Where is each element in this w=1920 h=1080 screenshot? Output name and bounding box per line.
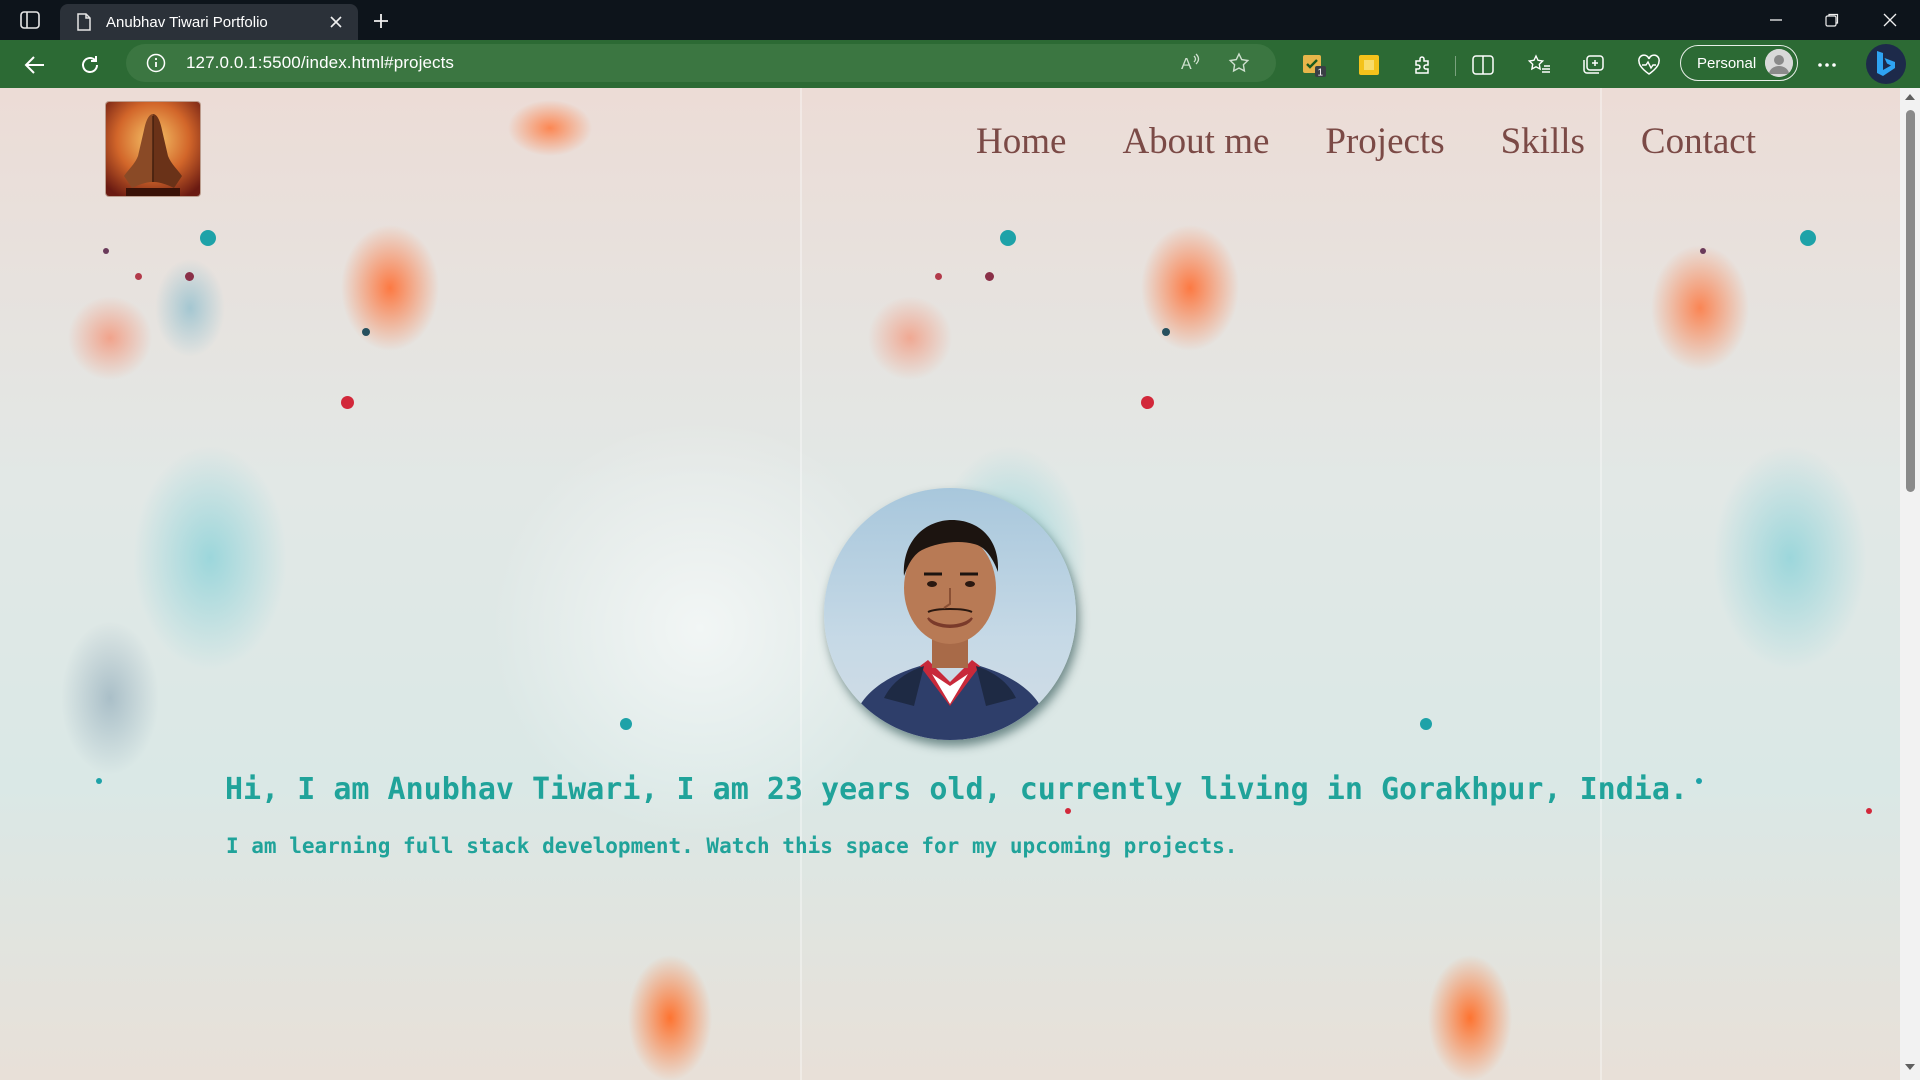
address-bar[interactable]: 127.0.0.1:5500/index.html#projects A	[126, 44, 1276, 82]
extension-badge: 1	[1318, 68, 1324, 79]
intro-text-secondary: I am learning full stack development. Wa…	[226, 834, 1238, 858]
paint-splat	[185, 272, 194, 281]
intro-text-primary: Hi, I am Anubhav Tiwari, I am 23 years o…	[225, 772, 1688, 807]
paint-splat	[135, 273, 142, 280]
nav-link-home[interactable]: Home	[976, 120, 1066, 163]
restore-icon[interactable]	[1810, 6, 1854, 34]
scroll-down-arrow-icon[interactable]	[1905, 1064, 1915, 1070]
paint-splat	[1141, 396, 1154, 409]
extensions-puzzle-icon[interactable]	[1410, 52, 1436, 78]
paint-splat	[96, 778, 102, 784]
browser-toolbar: 127.0.0.1:5500/index.html#projects A 1 P…	[0, 40, 1920, 88]
paint-splat	[103, 248, 109, 254]
paint-splat	[200, 230, 216, 246]
paint-splat	[985, 272, 994, 281]
profile-label: Personal	[1697, 54, 1757, 72]
minimize-icon[interactable]	[1754, 6, 1798, 34]
site-nav: Home About me Projects Skills Contact	[976, 120, 1812, 163]
page-icon	[76, 13, 92, 31]
more-icon[interactable]	[1814, 52, 1840, 78]
toolbar-separator	[1455, 56, 1456, 76]
paint-splat	[362, 328, 370, 336]
window-close-icon[interactable]	[1868, 6, 1912, 34]
nav-link-contact[interactable]: Contact	[1641, 120, 1756, 163]
browser-essentials-icon[interactable]	[1636, 52, 1662, 78]
paint-splat	[1800, 230, 1816, 246]
avatar	[1765, 49, 1793, 77]
favorite-star-icon[interactable]	[1228, 52, 1250, 74]
page-viewport: Home About me Projects Skills Contact Hi…	[0, 88, 1900, 1080]
svg-text:A: A	[1181, 56, 1192, 73]
favorites-icon[interactable]	[1526, 52, 1552, 78]
paint-splat	[1000, 230, 1016, 246]
paint-splat	[1420, 718, 1432, 730]
browser-tab-active[interactable]: Anubhav Tiwari Portfolio	[60, 4, 358, 40]
nav-link-about[interactable]: About me	[1122, 120, 1269, 163]
scroll-up-arrow-icon[interactable]	[1905, 94, 1915, 100]
site-logo[interactable]	[106, 102, 200, 196]
info-icon[interactable]	[146, 53, 166, 73]
paint-splat	[1162, 328, 1170, 336]
back-icon[interactable]	[20, 50, 50, 80]
collections-icon[interactable]	[1580, 52, 1606, 78]
scrollbar-thumb[interactable]	[1906, 110, 1915, 492]
paint-splat	[1696, 778, 1702, 784]
paint-splat	[935, 273, 942, 280]
refresh-icon[interactable]	[75, 50, 105, 80]
nav-link-projects[interactable]: Projects	[1325, 120, 1444, 163]
paint-splat	[1866, 808, 1872, 814]
browser-titlebar: Anubhav Tiwari Portfolio	[0, 0, 1920, 40]
extension-note-icon[interactable]	[1356, 52, 1382, 78]
tab-title: Anubhav Tiwari Portfolio	[106, 13, 268, 31]
split-screen-icon[interactable]	[1470, 52, 1496, 78]
bing-copilot-icon[interactable]	[1866, 44, 1906, 84]
extension-checklist-icon[interactable]: 1	[1301, 52, 1327, 78]
nav-link-skills[interactable]: Skills	[1501, 120, 1585, 163]
profile-button[interactable]: Personal	[1680, 45, 1798, 81]
new-tab-icon[interactable]	[368, 8, 394, 34]
page-scrollbar[interactable]	[1900, 88, 1920, 1080]
profile-photo	[824, 488, 1076, 740]
url-text[interactable]: 127.0.0.1:5500/index.html#projects	[186, 53, 454, 73]
paint-splat	[620, 718, 632, 730]
close-icon[interactable]	[326, 12, 346, 32]
read-aloud-icon[interactable]: A	[1180, 52, 1202, 74]
background-tile-seam	[800, 88, 802, 1080]
tab-actions-icon[interactable]	[14, 8, 46, 32]
paint-splat	[1065, 808, 1071, 814]
paint-splat	[1700, 248, 1706, 254]
paint-splat	[341, 396, 354, 409]
background-tile-seam	[1600, 88, 1602, 1080]
